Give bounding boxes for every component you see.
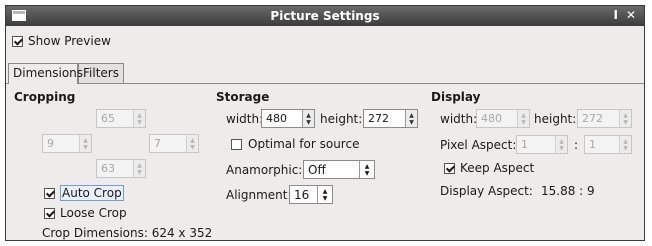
show-preview-checkbox[interactable]: Show Preview [12, 34, 111, 48]
optimal-for-source-checkbox[interactable]: Optimal for source [231, 137, 359, 151]
pixel-aspect-separator: : [574, 138, 579, 152]
show-preview-check[interactable] [12, 35, 23, 47]
loose-crop-label: Loose Crop [60, 206, 127, 220]
spinner-arrows-icon[interactable]: ▲ ▼ [517, 110, 529, 127]
storage-header: Storage [216, 90, 270, 104]
crop-top-value[interactable]: 65 [97, 110, 133, 127]
pixel-aspect-den-value[interactable]: 1 [585, 136, 619, 153]
loose-crop-check[interactable] [44, 207, 55, 219]
tab-filters[interactable]: Filters [78, 63, 124, 83]
keep-aspect-checkbox[interactable]: Keep Aspect [444, 161, 534, 175]
crop-left-spinner[interactable]: 9 ▲ ▼ [42, 134, 92, 153]
spinner-arrows-icon[interactable]: ▲ ▼ [133, 160, 145, 177]
spinner-arrows-icon[interactable]: ▲ ▼ [133, 110, 145, 127]
storage-width-label: width: [226, 112, 264, 126]
title-bar[interactable]: Picture Settings I ✕ [6, 6, 644, 26]
anamorphic-value[interactable]: Off [304, 163, 359, 177]
display-height-spinner[interactable]: 272 ▲ ▼ [577, 109, 632, 128]
spinner-arrows-icon[interactable]: ▲ ▼ [619, 110, 631, 127]
minimize-icon[interactable]: I [614, 8, 618, 22]
cropping-header: Cropping [14, 90, 76, 104]
tab-dimensions[interactable]: Dimensions [8, 63, 83, 84]
spinner-arrows-icon[interactable]: ▲ ▼ [79, 135, 91, 152]
display-header: Display [431, 90, 481, 104]
keep-aspect-check[interactable] [444, 162, 455, 174]
crop-dimensions-text: Crop Dimensions: 624 x 352 [42, 226, 213, 240]
keep-aspect-label: Keep Aspect [460, 161, 535, 175]
display-width-label: width: [440, 112, 478, 126]
spinner-arrows-icon[interactable]: ▲ ▼ [302, 110, 314, 127]
anamorphic-select[interactable]: Off ▲ ▼ [303, 160, 375, 179]
optimal-for-source-check[interactable] [231, 138, 242, 150]
alignment-select[interactable]: 16 ▲ ▼ [289, 185, 333, 204]
select-arrows-icon[interactable]: ▲ ▼ [359, 161, 374, 178]
crop-right-spinner[interactable]: 7 ▲ ▼ [149, 134, 199, 153]
display-height-label: height: [534, 112, 577, 126]
display-width-value[interactable]: 480 [477, 110, 517, 127]
crop-left-value[interactable]: 9 [43, 135, 79, 152]
auto-crop-check[interactable] [44, 187, 55, 199]
storage-height-value[interactable]: 272 [364, 110, 405, 127]
crop-right-value[interactable]: 7 [150, 135, 186, 152]
storage-height-label: height: [320, 112, 363, 126]
storage-width-value[interactable]: 480 [262, 110, 302, 127]
show-preview-label: Show Preview [28, 34, 111, 48]
display-aspect-value: 15.88 : 9 [541, 184, 595, 198]
crop-bottom-value[interactable]: 63 [97, 160, 133, 177]
pixel-aspect-num-spinner[interactable]: 1 ▲ ▼ [516, 135, 568, 154]
close-icon[interactable]: ✕ [626, 8, 636, 22]
alignment-label: Alignment: [226, 188, 292, 202]
auto-crop-checkbox[interactable]: Auto Crop [44, 185, 124, 201]
spinner-arrows-icon[interactable]: ▲ ▼ [186, 135, 198, 152]
display-height-value[interactable]: 272 [578, 110, 619, 127]
spinner-arrows-icon[interactable]: ▲ ▼ [405, 110, 417, 127]
select-arrows-icon[interactable]: ▲ ▼ [317, 186, 332, 203]
pixel-aspect-num-value[interactable]: 1 [517, 136, 555, 153]
pixel-aspect-den-spinner[interactable]: 1 ▲ ▼ [584, 135, 632, 154]
auto-crop-label: Auto Crop [60, 185, 124, 201]
pixel-aspect-label: Pixel Aspect: [440, 138, 517, 152]
picture-settings-window: Picture Settings I ✕ Show Preview Dimens… [5, 5, 645, 241]
spinner-arrows-icon[interactable]: ▲ ▼ [619, 136, 631, 153]
window-title: Picture Settings [270, 9, 380, 23]
crop-bottom-spinner[interactable]: 63 ▲ ▼ [96, 159, 146, 178]
loose-crop-checkbox[interactable]: Loose Crop [44, 206, 127, 220]
display-aspect-label: Display Aspect: [440, 184, 533, 198]
alignment-value[interactable]: 16 [290, 188, 317, 202]
optimal-for-source-label: Optimal for source [248, 137, 360, 151]
anamorphic-label: Anamorphic: [226, 163, 303, 177]
dimensions-panel: Cropping 65 ▲ ▼ 9 ▲ ▼ 7 ▲ ▼ 63 ▲ ▼ Auto Crop… [6, 83, 644, 240]
storage-width-spinner[interactable]: 480 ▲ ▼ [261, 109, 315, 128]
crop-top-spinner[interactable]: 65 ▲ ▼ [96, 109, 146, 128]
storage-height-spinner[interactable]: 272 ▲ ▼ [363, 109, 418, 128]
tab-bar: Dimensions Filters [6, 63, 644, 84]
display-width-spinner[interactable]: 480 ▲ ▼ [476, 109, 530, 128]
spinner-arrows-icon[interactable]: ▲ ▼ [555, 136, 567, 153]
